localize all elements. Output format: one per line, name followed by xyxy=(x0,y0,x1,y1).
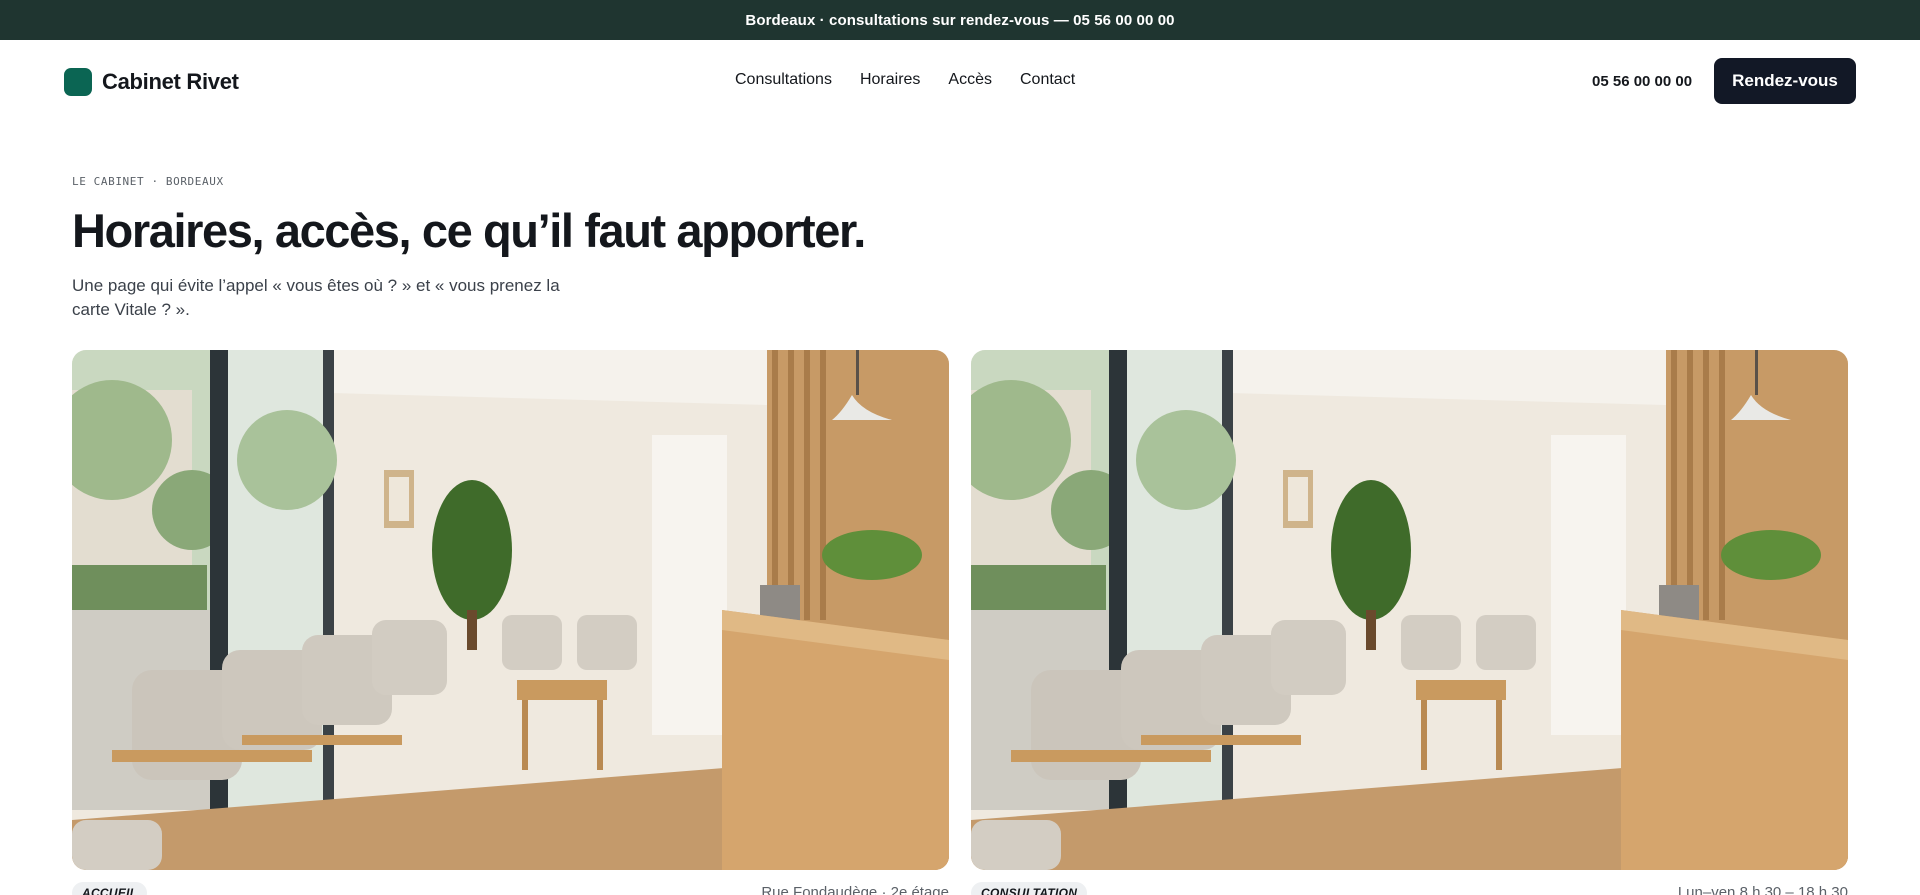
nav-item-horaires[interactable]: Horaires xyxy=(860,71,920,89)
consultation-room-illustration xyxy=(971,350,1848,870)
phone-link[interactable]: 05 56 00 00 00 xyxy=(1592,73,1692,90)
waiting-room-photo xyxy=(72,350,949,870)
nav-item-consultations[interactable]: Consultations xyxy=(735,71,832,89)
consultation-room-photo xyxy=(971,350,1848,870)
site-header: Cabinet Rivet Consultations Horaires Acc… xyxy=(0,40,1920,122)
announcement-bar: Bordeaux · consultations sur rendez-vous… xyxy=(0,0,1920,40)
logo-mark-icon xyxy=(64,68,92,96)
announcement-text: Bordeaux · consultations sur rendez-vous… xyxy=(745,11,1175,29)
card-caption: Lun–ven 8 h 30 – 18 h 30 xyxy=(1677,884,1848,895)
waiting-room-illustration xyxy=(72,350,949,870)
card-tag: CONSULTATION xyxy=(971,882,1088,895)
brand-logo[interactable]: Cabinet Rivet xyxy=(64,68,239,96)
main-nav: Consultations Horaires Accès Contact xyxy=(735,71,1103,89)
nav-item-contact[interactable]: Contact xyxy=(1020,71,1075,89)
card-caption: Rue Fondaudège · 2e étage xyxy=(761,884,949,895)
rendez-vous-button[interactable]: Rendez-vous xyxy=(1714,58,1856,104)
card-tag: ACCUEIL xyxy=(72,882,148,895)
eyebrow: LE CABINET · BORDEAUX xyxy=(72,175,224,188)
brand-name: Cabinet Rivet xyxy=(102,69,239,94)
page-lede: Une page qui évite l’appel « vous êtes o… xyxy=(72,276,560,319)
card-meta-accueil: ACCUEIL Rue Fondaudège · 2e étage xyxy=(72,882,949,895)
page-title: Horaires, accès, ce qu’il faut apporter. xyxy=(72,204,866,257)
nav-item-acces[interactable]: Accès xyxy=(948,71,992,89)
card-meta-consultation: CONSULTATION Lun–ven 8 h 30 – 18 h 30 xyxy=(971,882,1848,895)
